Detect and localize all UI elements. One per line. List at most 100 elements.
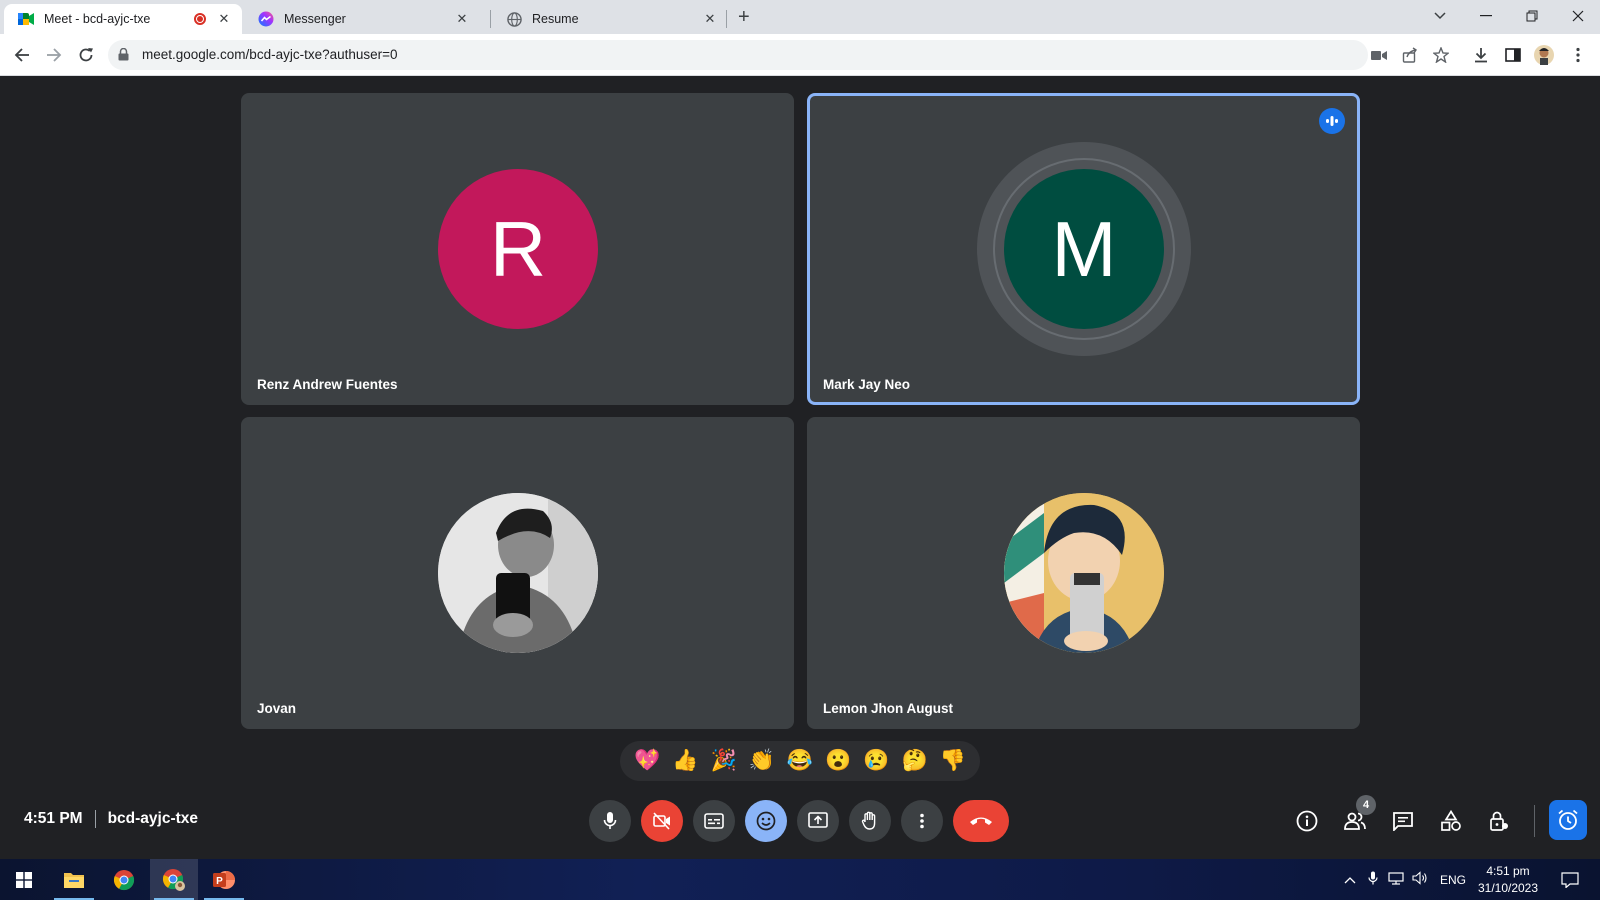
address-bar[interactable]: meet.google.com/bcd-ayjc-txe?authuser=0	[108, 40, 1368, 70]
reactions-button[interactable]	[745, 800, 787, 842]
chrome-app[interactable]	[100, 859, 148, 900]
google-meet-icon	[18, 11, 34, 27]
divider	[94, 810, 96, 828]
share-icon[interactable]	[1400, 45, 1420, 65]
volume-icon[interactable]	[1412, 871, 1428, 888]
camera-off-button[interactable]	[641, 800, 683, 842]
avatar-photo	[438, 493, 598, 653]
microphone-tray-icon[interactable]	[1368, 871, 1378, 888]
file-explorer-app[interactable]	[50, 859, 98, 900]
minimize-icon[interactable]	[1466, 4, 1506, 28]
participant-tile-active-speaker[interactable]: M Mark Jay Neo	[807, 93, 1360, 405]
meeting-details-button[interactable]	[1289, 803, 1325, 839]
host-controls-lock-icon	[1490, 811, 1508, 831]
info-icon	[1296, 810, 1318, 832]
notification-center-button[interactable]	[1550, 859, 1590, 900]
tab-title: Meet - bcd-ayjc-txe	[44, 12, 151, 26]
reaction-surprised[interactable]: 😮	[825, 749, 851, 773]
reaction-joy[interactable]: 😂	[787, 749, 813, 773]
captions-button[interactable]	[693, 800, 735, 842]
start-button[interactable]	[0, 859, 48, 900]
participant-tile[interactable]: Lemon Jhon August	[807, 417, 1360, 729]
reaction-sparkling-heart[interactable]: 💖	[634, 749, 660, 773]
speaking-indicator-icon	[1319, 108, 1345, 134]
input-language[interactable]: ENG	[1440, 873, 1466, 887]
windows-logo-icon	[16, 871, 32, 888]
hang-up-icon	[970, 817, 992, 825]
close-tab-icon[interactable]: ✕	[454, 11, 470, 27]
raise-hand-button[interactable]	[849, 800, 891, 842]
download-icon[interactable]	[1471, 45, 1491, 65]
reaction-party-popper[interactable]: 🎉	[710, 749, 736, 773]
meeting-info: 4:51 PM bcd-ayjc-txe	[24, 810, 198, 828]
participant-name: Lemon Jhon August	[823, 701, 953, 716]
globe-icon	[506, 11, 522, 27]
reaction-crying[interactable]: 😢	[863, 749, 889, 773]
participant-tile[interactable]: Jovan	[241, 417, 794, 729]
reaction-thumbs-down[interactable]: 👎	[940, 749, 966, 773]
camera-in-use-icon[interactable]	[1369, 45, 1389, 65]
participant-count-badge: 4	[1356, 795, 1376, 815]
tab-search-icon[interactable]	[1420, 4, 1460, 28]
bookmark-star-icon[interactable]	[1431, 45, 1451, 65]
browser-menu-icon[interactable]	[1568, 45, 1588, 65]
tab-messenger[interactable]: Messenger ✕	[244, 4, 480, 34]
side-panel-icon[interactable]	[1503, 45, 1523, 65]
network-icon[interactable]	[1388, 871, 1404, 888]
avatar-initial: M	[1051, 204, 1117, 293]
avatar: R	[438, 169, 598, 329]
chrome-profile-app[interactable]	[150, 859, 198, 900]
closed-captions-icon	[704, 813, 724, 829]
meeting-controls-bar: 4:51 PM bcd-ayjc-txe 4	[0, 783, 1600, 859]
host-controls-button[interactable]	[1481, 803, 1517, 839]
divider	[1534, 805, 1535, 837]
taskbar-clock[interactable]: 4:51 pm 31/10/2023	[1472, 863, 1544, 897]
camera-off-icon	[653, 812, 670, 830]
reaction-clapping[interactable]: 👏	[749, 749, 775, 773]
folder-icon	[64, 872, 84, 888]
chrome-profile-icon	[162, 868, 185, 891]
reload-icon[interactable]	[74, 43, 98, 67]
tab-meet[interactable]: Meet - bcd-ayjc-txe ✕	[4, 4, 242, 34]
more-options-button[interactable]	[901, 800, 943, 842]
reactions-bar: 💖 👍 🎉 👏 😂 😮 😢 🤔 👎	[620, 741, 980, 781]
new-tab-icon[interactable]: +	[738, 6, 750, 29]
reaction-thinking[interactable]: 🤔	[902, 749, 928, 773]
participant-tile[interactable]: R Renz Andrew Fuentes	[241, 93, 794, 405]
chrome-icon	[113, 869, 135, 890]
activities-icon	[1441, 810, 1461, 831]
present-screen-button[interactable]	[797, 800, 839, 842]
present-screen-icon	[808, 812, 828, 828]
recording-icon	[194, 13, 206, 25]
powerpoint-app[interactable]: P	[200, 859, 248, 900]
tab-resume[interactable]: Resume ✕	[492, 4, 728, 34]
reaction-thumbs-up[interactable]: 👍	[672, 749, 698, 773]
browser-toolbar: meet.google.com/bcd-ayjc-txe?authuser=0	[0, 34, 1600, 76]
chat-icon	[1393, 812, 1413, 831]
url-text: meet.google.com/bcd-ayjc-txe?authuser=0	[142, 47, 398, 62]
show-hidden-icons-icon[interactable]	[1344, 873, 1356, 887]
participant-name: Mark Jay Neo	[823, 377, 911, 392]
clock-time: 4:51 pm	[1486, 864, 1530, 878]
close-window-icon[interactable]	[1558, 4, 1598, 28]
powerpoint-icon: P	[213, 870, 235, 889]
alarm-clock-icon	[1558, 809, 1578, 830]
leave-call-button[interactable]	[953, 800, 1009, 842]
timer-extension-button[interactable]	[1549, 800, 1587, 840]
restore-icon[interactable]	[1512, 4, 1552, 28]
tab-divider	[490, 10, 491, 28]
microphone-icon	[603, 812, 617, 829]
back-icon[interactable]	[10, 43, 34, 67]
close-tab-icon[interactable]: ✕	[702, 11, 718, 27]
microphone-button[interactable]	[589, 800, 631, 842]
forward-icon[interactable]	[42, 43, 66, 67]
chat-button[interactable]	[1385, 803, 1421, 839]
profile-avatar[interactable]	[1534, 45, 1554, 65]
close-tab-icon[interactable]: ✕	[216, 11, 232, 27]
windows-taskbar: P ENG 4:51 pm 31/10/2023	[0, 859, 1600, 900]
tab-title: Resume	[532, 12, 579, 26]
activities-button[interactable]	[1433, 803, 1469, 839]
participant-name: Jovan	[257, 701, 297, 716]
lock-icon[interactable]	[118, 47, 129, 66]
avatar: M	[1004, 169, 1164, 329]
